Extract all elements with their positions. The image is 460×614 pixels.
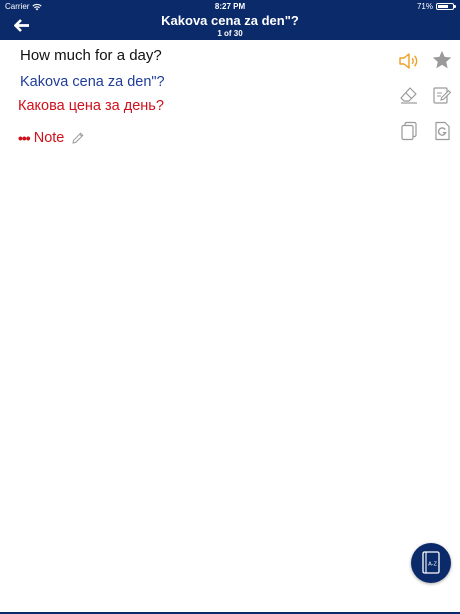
eraser-icon — [400, 87, 417, 104]
battery-fill — [438, 5, 448, 8]
back-button[interactable] — [10, 14, 34, 36]
speaker-icon — [399, 53, 418, 69]
eraser-button[interactable] — [396, 82, 422, 108]
page-title: Kakova cena za den"? — [161, 13, 299, 28]
copy-button[interactable] — [396, 118, 422, 144]
star-icon — [432, 50, 452, 69]
battery-indicator: 71% — [416, 0, 456, 13]
battery-percent: 71% — [416, 2, 433, 11]
english-phrase: How much for a day? — [20, 47, 162, 64]
dictionary-badge: A-Z — [428, 562, 438, 568]
phrase-counter: 1 of 30 — [217, 29, 243, 38]
favorite-button[interactable] — [429, 47, 455, 73]
google-translate-button[interactable] — [429, 118, 455, 144]
speaker-button[interactable] — [396, 48, 422, 74]
pencil-icon — [72, 132, 84, 144]
edit-note-icon — [433, 87, 452, 104]
note-button[interactable]: ••• Note — [18, 130, 85, 146]
edit-note-button[interactable] — [429, 82, 455, 108]
back-arrow-icon — [14, 18, 29, 32]
status-time: 8:27 PM — [214, 2, 246, 11]
dictionary-icon: A-Z — [422, 551, 440, 574]
header-title-group: Kakova cena za den"? 1 of 30 — [60, 13, 400, 39]
more-dots-icon: ••• — [18, 130, 31, 146]
transliteration-phrase: Kakova cena za den"? — [20, 74, 165, 90]
status-bar: Carrier 8:27 PM 71% — [0, 0, 460, 13]
google-translate-icon — [435, 121, 450, 141]
dictionary-button[interactable]: A-Z — [411, 543, 451, 583]
cyrillic-phrase: Какова цена за день? — [18, 98, 164, 114]
note-label: Note — [33, 130, 65, 146]
battery-icon — [436, 3, 456, 10]
copy-icon — [401, 121, 417, 141]
navigation-bar: Carrier 8:27 PM 71% Kakova cena za den"?… — [0, 0, 460, 40]
